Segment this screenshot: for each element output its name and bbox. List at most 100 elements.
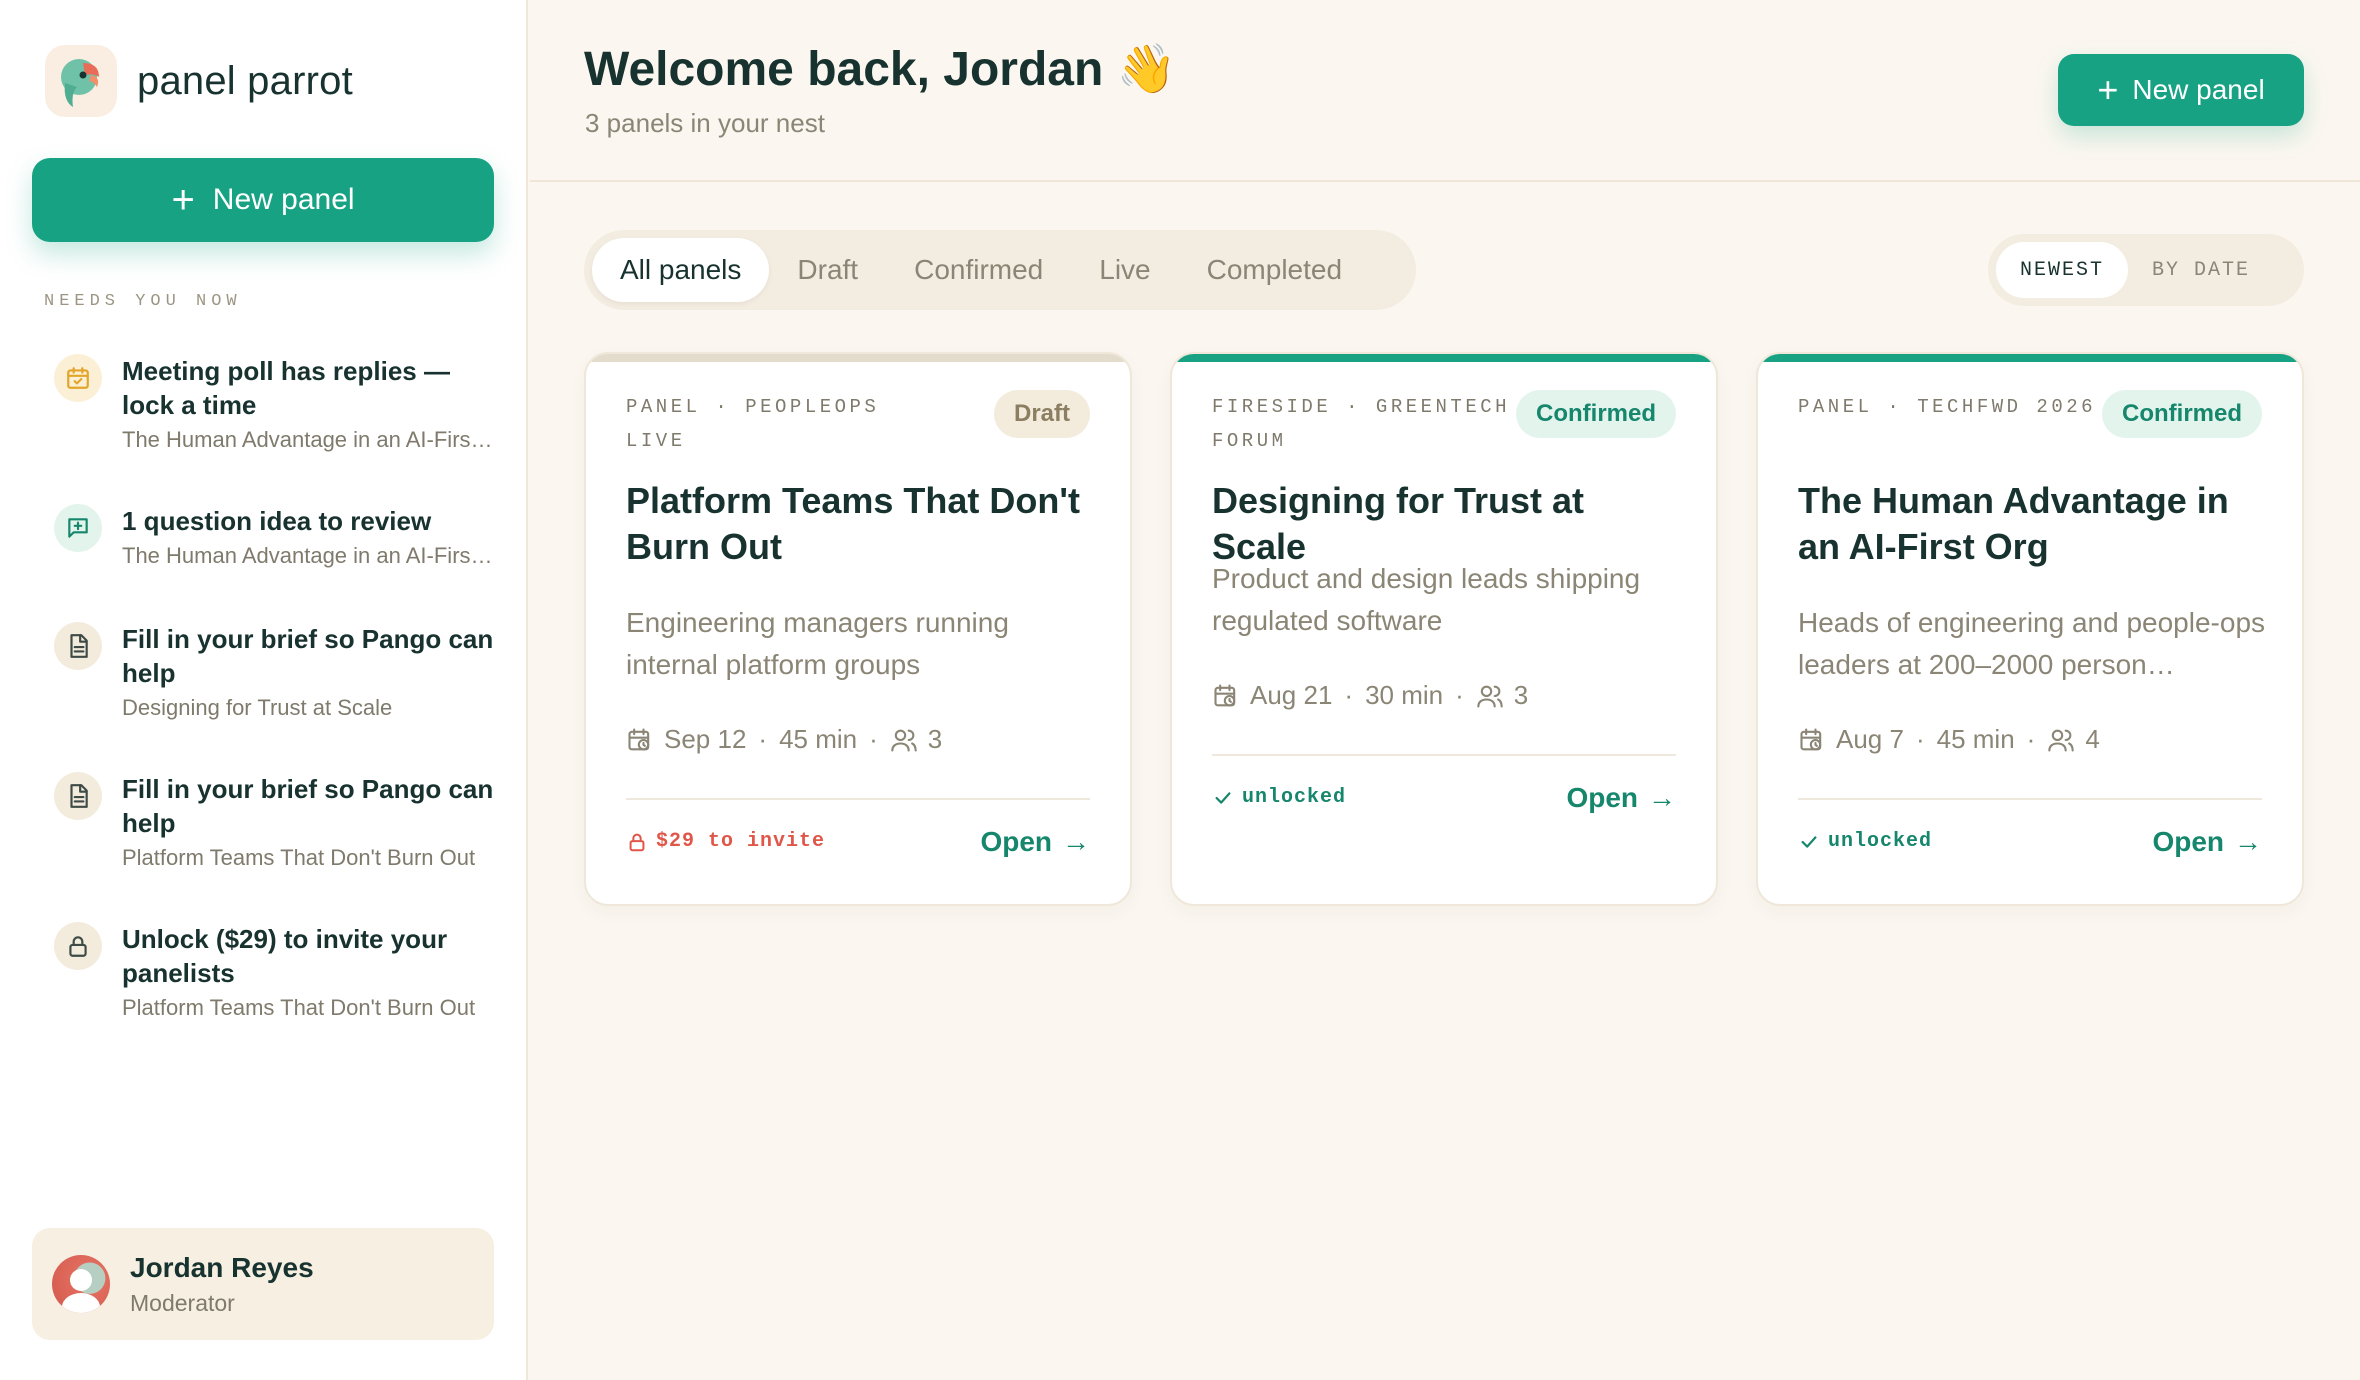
user-profile-card[interactable]: Jordan Reyes Moderator	[32, 1228, 494, 1340]
panel-card[interactable]: PANEL · PEOPLEOPS LIVE Draft Platform Te…	[584, 352, 1132, 906]
wave-emoji-icon: 👋	[1116, 43, 1177, 96]
arrow-right-icon: →	[2234, 826, 2262, 857]
tab-confirmed[interactable]: Confirmed	[886, 238, 1071, 302]
new-panel-button[interactable]: + New panel	[2058, 54, 2304, 126]
arrow-right-icon: →	[1062, 826, 1090, 857]
people-icon	[891, 729, 917, 752]
unlock-price[interactable]: $29 to invite	[626, 830, 825, 853]
task-subtitle: Platform Teams That Don't Burn Out	[122, 845, 476, 870]
panel-date: Aug 21	[1250, 680, 1333, 710]
status-badge: Confirmed	[1516, 390, 1676, 438]
panel-kicker: PANEL · PEOPLEOPS LIVE	[626, 396, 880, 452]
status-bar	[1758, 354, 2302, 362]
panel-card[interactable]: PANEL · TECHFWD 2026 Confirmed The Human…	[1756, 352, 2304, 906]
tab-all-panels[interactable]: All panels	[592, 238, 770, 302]
people-icon	[2048, 729, 2075, 752]
status-bar	[1172, 354, 1716, 362]
unlocked-label: unlocked	[1242, 786, 1347, 809]
new-panel-label: New panel	[212, 183, 355, 216]
unlocked-status: unlocked	[1212, 786, 1346, 809]
lock-icon	[629, 833, 645, 851]
welcome-text: Welcome back, Jordan	[584, 43, 1104, 96]
task-title: Fill in your brief so Pango can help	[122, 624, 494, 688]
panel-duration: 45 min	[1936, 724, 2015, 754]
panel-title: Platform Teams That Don't Burn Out	[626, 480, 1080, 567]
panel-duration: 30 min	[1365, 680, 1444, 710]
task-subtitle: The Human Advantage in an AI-First Org	[122, 543, 494, 568]
status-filter-tabs: All panels Draft Confirmed Live Complete…	[584, 230, 1416, 310]
task-subtitle: Platform Teams That Don't Burn Out	[122, 995, 476, 1020]
status-badge: Draft	[993, 390, 1090, 438]
card-divider	[1212, 754, 1676, 756]
panel-date: Sep 12	[664, 724, 747, 754]
card-divider	[626, 798, 1090, 800]
panel-meta: Aug 21 · 30 min · 3	[1212, 680, 1528, 711]
open-label: Open	[2152, 826, 2224, 857]
panel-count-subtitle: 3 panels in your nest	[585, 108, 825, 138]
panel-description: Heads of engineering and people-ops lead…	[1798, 607, 2266, 680]
panel-title: Designing for Trust at Scale	[1212, 480, 1585, 567]
panel-people-count: 4	[2085, 724, 2100, 754]
panel-duration: 45 min	[779, 724, 858, 754]
task-subtitle: The Human Advantage in an AI-First Org	[122, 427, 494, 452]
panel-meta: Aug 7 · 45 min · 4	[1798, 724, 2100, 755]
card-divider	[1798, 798, 2262, 800]
panel-title: The Human Advantage in an AI-First Org	[1798, 480, 2229, 567]
task-item[interactable]: Fill in your brief so Pango can help Des…	[54, 622, 494, 724]
plus-icon: +	[171, 178, 195, 222]
tab-draft[interactable]: Draft	[769, 238, 886, 302]
panel-card[interactable]: FIRESIDE · GREENTECH FORUM Confirmed Des…	[1170, 352, 1718, 906]
task-title: Unlock ($29) to invite your panelists	[122, 924, 448, 988]
calendar-clock-icon	[628, 727, 650, 750]
unlocked-label: unlocked	[1828, 830, 1933, 853]
task-item[interactable]: Unlock ($29) to invite your panelists Pl…	[54, 922, 494, 1024]
panel-description: Product and design leads shipping regula…	[1212, 563, 1641, 636]
panel-people-count: 3	[927, 724, 943, 754]
plus-icon: +	[2097, 69, 2119, 110]
tab-completed[interactable]: Completed	[1179, 238, 1370, 302]
panel-kicker: PANEL · TECHFWD 2026	[1798, 396, 2097, 418]
tab-live[interactable]: Live	[1071, 238, 1178, 302]
check-icon	[1801, 835, 1817, 848]
task-item[interactable]: Fill in your brief so Pango can help Pla…	[54, 772, 494, 874]
task-item[interactable]: 1 question idea to review The Human Adva…	[54, 504, 494, 572]
people-icon	[1477, 685, 1503, 708]
new-panel-label: New panel	[2132, 74, 2265, 105]
open-label: Open	[980, 826, 1052, 857]
panel-meta: Sep 12 · 45 min · 3	[626, 724, 942, 755]
sort-by-date[interactable]: BY DATE	[2128, 242, 2274, 298]
unlocked-status: unlocked	[1798, 830, 1932, 853]
sort-newest[interactable]: NEWEST	[1996, 242, 2129, 298]
task-title: Fill in your brief so Pango can help	[122, 774, 494, 838]
document-icon	[54, 772, 102, 820]
brand-name: panel parrot	[137, 58, 353, 103]
avatar	[52, 1255, 110, 1313]
needs-you-now-heading: NEEDS YOU NOW	[44, 292, 242, 311]
brand[interactable]: panel parrot	[45, 45, 353, 117]
panel-date: Aug 7	[1836, 724, 1904, 754]
panel-kicker: FIRESIDE · GREENTECH FORUM	[1212, 396, 1511, 452]
panel-description: Engineering managers running internal pl…	[626, 607, 1009, 680]
sidebar: panel parrot + New panel NEEDS YOU NOW M…	[0, 0, 528, 1380]
page-header: Welcome back, Jordan 👋 3 panels in your …	[530, 0, 2360, 182]
open-panel-link[interactable]: Open →	[980, 826, 1090, 858]
user-name: Jordan Reyes	[130, 1251, 314, 1283]
status-bar	[586, 354, 1130, 362]
page-title: Welcome back, Jordan 👋	[584, 40, 1176, 97]
new-panel-button-sidebar[interactable]: + New panel	[32, 158, 494, 242]
sort-toggle: NEWEST BY DATE	[1988, 234, 2304, 306]
arrow-right-icon: →	[1648, 782, 1676, 813]
open-panel-link[interactable]: Open →	[2152, 826, 2262, 858]
check-icon	[1215, 791, 1231, 804]
panel-people-count: 3	[1513, 680, 1529, 710]
task-title: Meeting poll has replies — lock a time	[122, 356, 450, 420]
open-panel-link[interactable]: Open →	[1566, 782, 1676, 814]
user-role: Moderator	[130, 1289, 235, 1316]
calendar-clock-icon	[1800, 727, 1822, 750]
task-item[interactable]: Meeting poll has replies — lock a time T…	[54, 354, 494, 456]
lock-icon	[54, 922, 102, 970]
status-badge: Confirmed	[2102, 390, 2262, 438]
unlock-price-label: $29 to invite	[656, 830, 826, 853]
parrot-logo-icon	[45, 45, 117, 117]
task-subtitle: Designing for Trust at Scale	[122, 695, 393, 720]
